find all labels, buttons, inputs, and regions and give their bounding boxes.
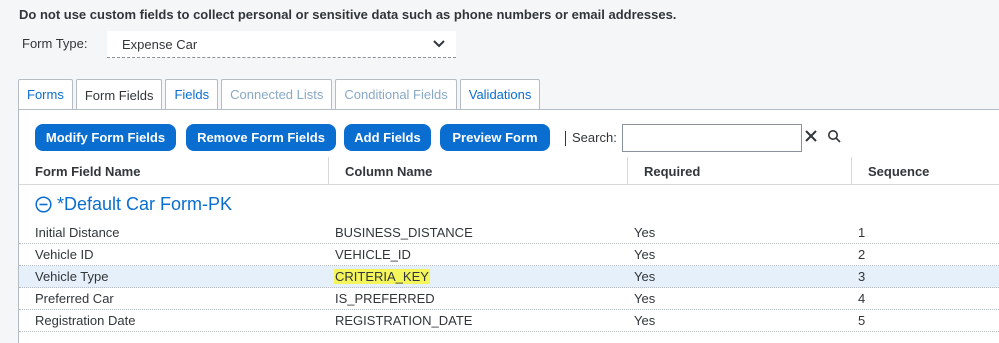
cell-sequence: 3 bbox=[858, 269, 866, 284]
table-row[interactable]: Preferred Car IS_PREFERRED Yes 4 bbox=[19, 288, 999, 310]
header-form-field-name[interactable]: Form Field Name bbox=[19, 157, 329, 185]
table-row[interactable]: Registration Date REGISTRATION_DATE Yes … bbox=[19, 310, 999, 332]
tab-conditional-fields: Conditional Fields bbox=[335, 79, 457, 109]
header-required[interactable]: Required bbox=[627, 157, 851, 185]
cell-form-field-name: Preferred Car bbox=[35, 291, 114, 306]
modify-form-fields-button[interactable]: Modify Form Fields bbox=[35, 124, 176, 151]
search-icon[interactable] bbox=[827, 129, 841, 143]
preview-form-button[interactable]: Preview Form bbox=[440, 124, 550, 151]
cell-column-name: REGISTRATION_DATE bbox=[335, 313, 473, 328]
add-fields-button[interactable]: Add Fields bbox=[344, 124, 431, 151]
tab-fields[interactable]: Fields bbox=[165, 79, 219, 109]
tab-bar: Forms Form Fields Fields Connected Lists… bbox=[18, 79, 543, 110]
cell-column-name: IS_PREFERRED bbox=[335, 291, 435, 306]
remove-form-fields-button[interactable]: Remove Form Fields bbox=[186, 124, 336, 151]
table-row[interactable]: Initial Distance BUSINESS_DISTANCE Yes 1 bbox=[19, 222, 999, 244]
group-row[interactable]: *Default Car Form-PK bbox=[35, 194, 232, 215]
cell-required: Yes bbox=[634, 269, 656, 284]
cell-sequence: 2 bbox=[858, 247, 866, 262]
header-sequence[interactable]: Sequence bbox=[851, 157, 999, 185]
group-title: *Default Car Form-PK bbox=[57, 194, 233, 214]
cell-sequence: 5 bbox=[858, 313, 866, 328]
privacy-notice: Do not use custom fields to collect pers… bbox=[19, 7, 677, 22]
table-header: Form Field Name Column Name Required Seq… bbox=[19, 157, 999, 185]
tab-forms[interactable]: Forms bbox=[18, 79, 73, 109]
form-type-dropdown[interactable]: Expense Car bbox=[107, 31, 456, 58]
table-row[interactable]: Vehicle ID VEHICLE_ID Yes 2 bbox=[19, 244, 999, 266]
tab-connected-lists: Connected Lists bbox=[221, 79, 333, 109]
cell-required: Yes bbox=[634, 225, 656, 240]
cell-column-name: VEHICLE_ID bbox=[335, 247, 411, 262]
form-type-label: Form Type: bbox=[22, 36, 88, 51]
tab-validations[interactable]: Validations bbox=[459, 79, 541, 109]
cell-form-field-name: Vehicle Type bbox=[35, 269, 109, 284]
chevron-down-icon bbox=[433, 40, 445, 48]
cell-column-name: BUSINESS_DISTANCE bbox=[335, 225, 473, 240]
form-fields-panel: Modify Form Fields Remove Form Fields Ad… bbox=[18, 109, 999, 343]
cell-form-field-name: Initial Distance bbox=[35, 225, 120, 240]
form-type-value: Expense Car bbox=[122, 36, 198, 52]
search-input[interactable] bbox=[622, 124, 802, 152]
clear-search-icon[interactable] bbox=[804, 129, 818, 143]
cell-required: Yes bbox=[634, 291, 656, 306]
tab-form-fields[interactable]: Form Fields bbox=[75, 79, 163, 110]
cell-required: Yes bbox=[634, 313, 656, 328]
search-label: Search: bbox=[572, 130, 617, 145]
header-column-name[interactable]: Column Name bbox=[328, 157, 626, 185]
table-row-selected[interactable]: Vehicle Type CRITERIA_KEY Yes 3 bbox=[19, 266, 999, 288]
collapse-icon[interactable] bbox=[35, 196, 52, 213]
cell-form-field-name: Registration Date bbox=[35, 313, 136, 328]
cell-form-field-name: Vehicle ID bbox=[35, 247, 94, 262]
cell-required: Yes bbox=[634, 247, 656, 262]
cell-column-name-highlighted: CRITERIA_KEY bbox=[334, 269, 430, 284]
cell-sequence: 1 bbox=[858, 225, 866, 240]
toolbar-separator bbox=[565, 131, 566, 146]
cell-sequence: 4 bbox=[858, 291, 866, 306]
